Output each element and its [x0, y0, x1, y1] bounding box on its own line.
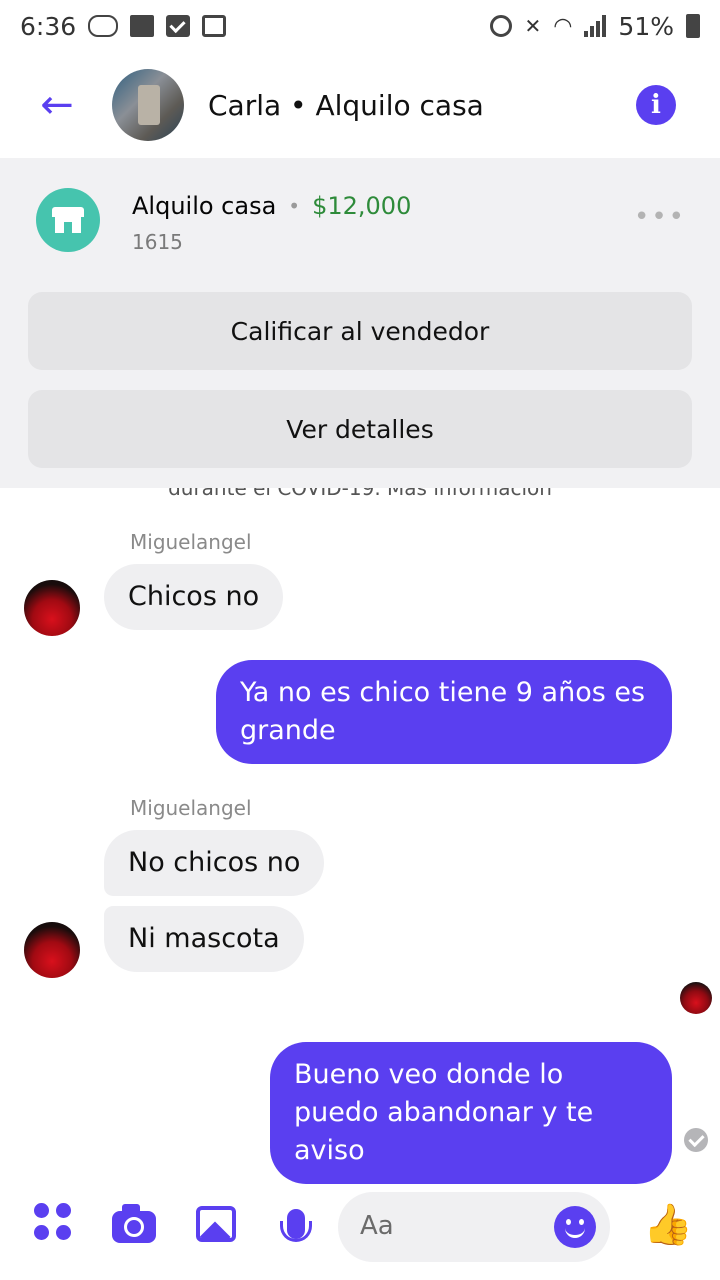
sender-avatar[interactable] — [24, 580, 80, 636]
checkbox-notification-icon — [166, 15, 191, 37]
camera-icon[interactable] — [112, 1202, 156, 1246]
wifi-icon: ◠ — [553, 13, 573, 39]
mail-notification-icon — [88, 15, 119, 37]
status-left: 6:36 — [20, 11, 227, 41]
sent-check-icon — [684, 1128, 708, 1152]
message-bubble-incoming[interactable]: Chicos no — [104, 564, 284, 630]
listing-price: $12,000 — [312, 192, 412, 220]
mute-icon: ✕ — [524, 14, 542, 38]
contact-avatar[interactable] — [112, 69, 184, 141]
image-notification-icon — [202, 15, 227, 37]
listing-subtitle: 1615 — [132, 230, 183, 254]
message-input-placeholder: Aa — [360, 1211, 394, 1241]
message-input[interactable]: Aa — [338, 1192, 610, 1262]
battery-percent: 51% — [618, 11, 674, 41]
status-bar: 6:36 ✕ ◠ 51% — [0, 0, 720, 52]
folder-notification-icon — [130, 15, 155, 37]
info-icon[interactable]: i — [636, 85, 676, 125]
view-details-button[interactable]: Ver detalles — [28, 390, 692, 468]
emoji-icon[interactable] — [554, 1206, 596, 1248]
alarm-icon — [490, 15, 513, 37]
message-bubble-incoming[interactable]: Ni mascota — [104, 906, 304, 972]
listing-summary[interactable]: Alquilo casa • $12,000 1615 ••• — [36, 188, 686, 258]
microphone-icon[interactable] — [274, 1202, 318, 1246]
conversation-header: ← Carla • Alquilo casa i — [0, 52, 720, 158]
seen-indicator-avatar — [680, 982, 712, 1014]
message-bubble-outgoing[interactable]: Ya no es chico tiene 9 años es grande — [216, 660, 672, 764]
battery-icon — [686, 14, 700, 38]
listing-separator: • — [288, 194, 301, 218]
message-bubble-outgoing[interactable]: Bueno veo donde lo puedo abandonar y te … — [270, 1042, 672, 1184]
covid-notice-text[interactable]: durante el COVID-19. Más información — [0, 488, 720, 500]
rate-seller-button[interactable]: Calificar al vendedor — [28, 292, 692, 370]
sender-avatar[interactable] — [24, 922, 80, 978]
more-options-icon[interactable]: ••• — [634, 202, 686, 232]
status-right: ✕ ◠ 51% — [490, 12, 700, 41]
status-time: 6:36 — [20, 11, 77, 41]
conversation-title[interactable]: Carla • Alquilo casa — [208, 89, 484, 122]
covid-notice: durante el COVID-19. Más información — [0, 488, 720, 500]
signal-icon — [584, 15, 607, 37]
sender-name: Miguelangel — [130, 796, 252, 820]
listing-title-line: Alquilo casa • $12,000 — [132, 192, 411, 220]
message-bubble-incoming[interactable]: No chicos no — [104, 830, 325, 896]
back-arrow-icon[interactable]: ← — [30, 78, 84, 132]
thumbs-up-icon[interactable]: 👍 — [643, 1202, 693, 1248]
sender-name: Miguelangel — [130, 530, 252, 554]
gallery-icon[interactable] — [194, 1202, 238, 1246]
storefront-icon — [36, 188, 100, 252]
listing-panel: Alquilo casa • $12,000 1615 ••• Califica… — [0, 158, 720, 488]
listing-title: Alquilo casa — [132, 192, 277, 220]
listing-text: Alquilo casa • $12,000 1615 — [132, 192, 411, 254]
apps-icon[interactable] — [34, 1202, 72, 1240]
message-composer: Aa 👍 — [0, 1190, 720, 1270]
